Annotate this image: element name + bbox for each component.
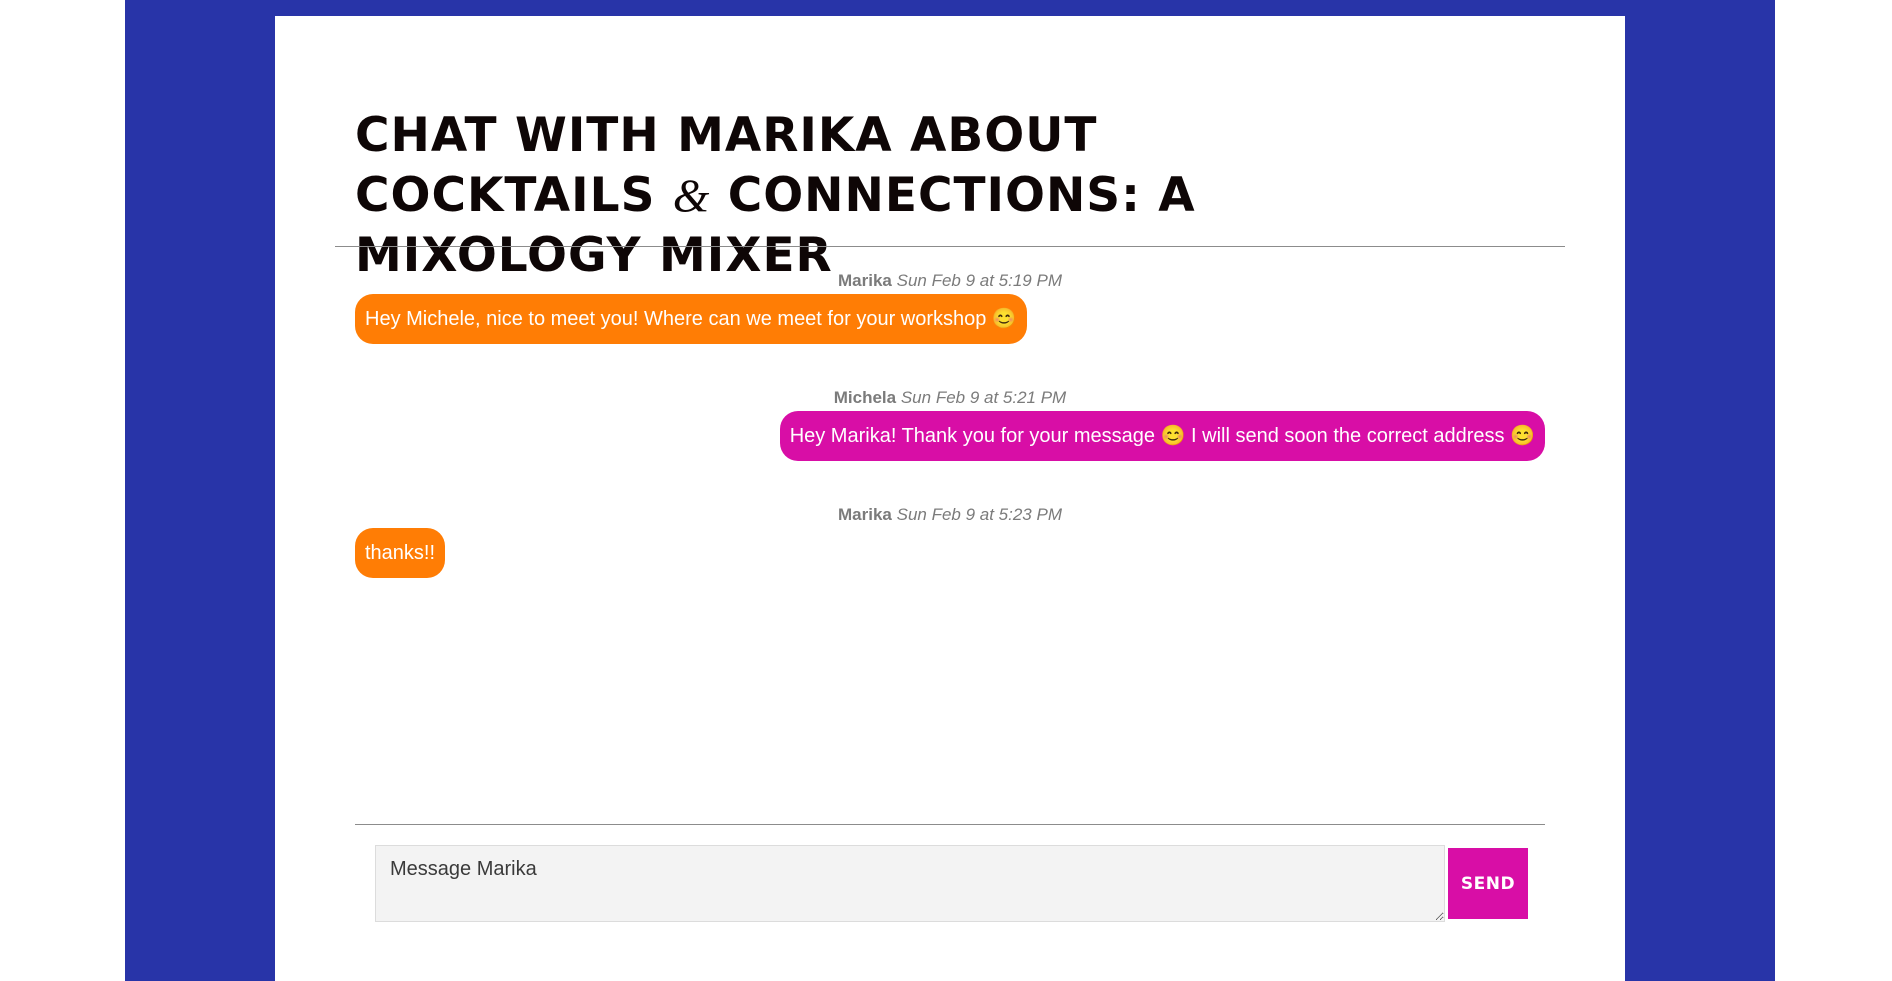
message-author: Michela: [833, 388, 897, 407]
page-title: Chat with Marika about Cocktails & Conne…: [355, 106, 1355, 286]
message-meta: Michela Sun Feb 9 at 5:21 PM: [355, 388, 1545, 408]
message-meta: Marika Sun Feb 9 at 5:19 PM: [355, 271, 1545, 291]
message-meta: Marika Sun Feb 9 at 5:23 PM: [355, 505, 1545, 525]
composer-divider: [355, 824, 1545, 825]
header-divider: [335, 246, 1565, 247]
message-author: Marika: [838, 505, 892, 524]
message-timestamp: Sun Feb 9 at 5:21 PM: [900, 388, 1067, 407]
message-bubble-incoming: Hey Michele, nice to meet you! Where can…: [355, 294, 1027, 344]
message-timestamp: Sun Feb 9 at 5:23 PM: [896, 505, 1062, 524]
message-input[interactable]: [375, 845, 1445, 922]
send-button[interactable]: Send: [1448, 848, 1528, 919]
message-composer: Send: [375, 845, 1528, 922]
message-timestamp: Sun Feb 9 at 5:19 PM: [896, 271, 1062, 290]
page-title-ampersand: &: [672, 170, 711, 222]
message-bubble-outgoing: Hey Marika! Thank you for your message 😊…: [779, 411, 1545, 461]
message-bubble-incoming: thanks!!: [355, 528, 446, 578]
chat-card: Chat with Marika about Cocktails & Conne…: [275, 16, 1625, 981]
message-author: Marika: [838, 271, 892, 290]
page-frame: Chat with Marika about Cocktails & Conne…: [125, 0, 1775, 981]
